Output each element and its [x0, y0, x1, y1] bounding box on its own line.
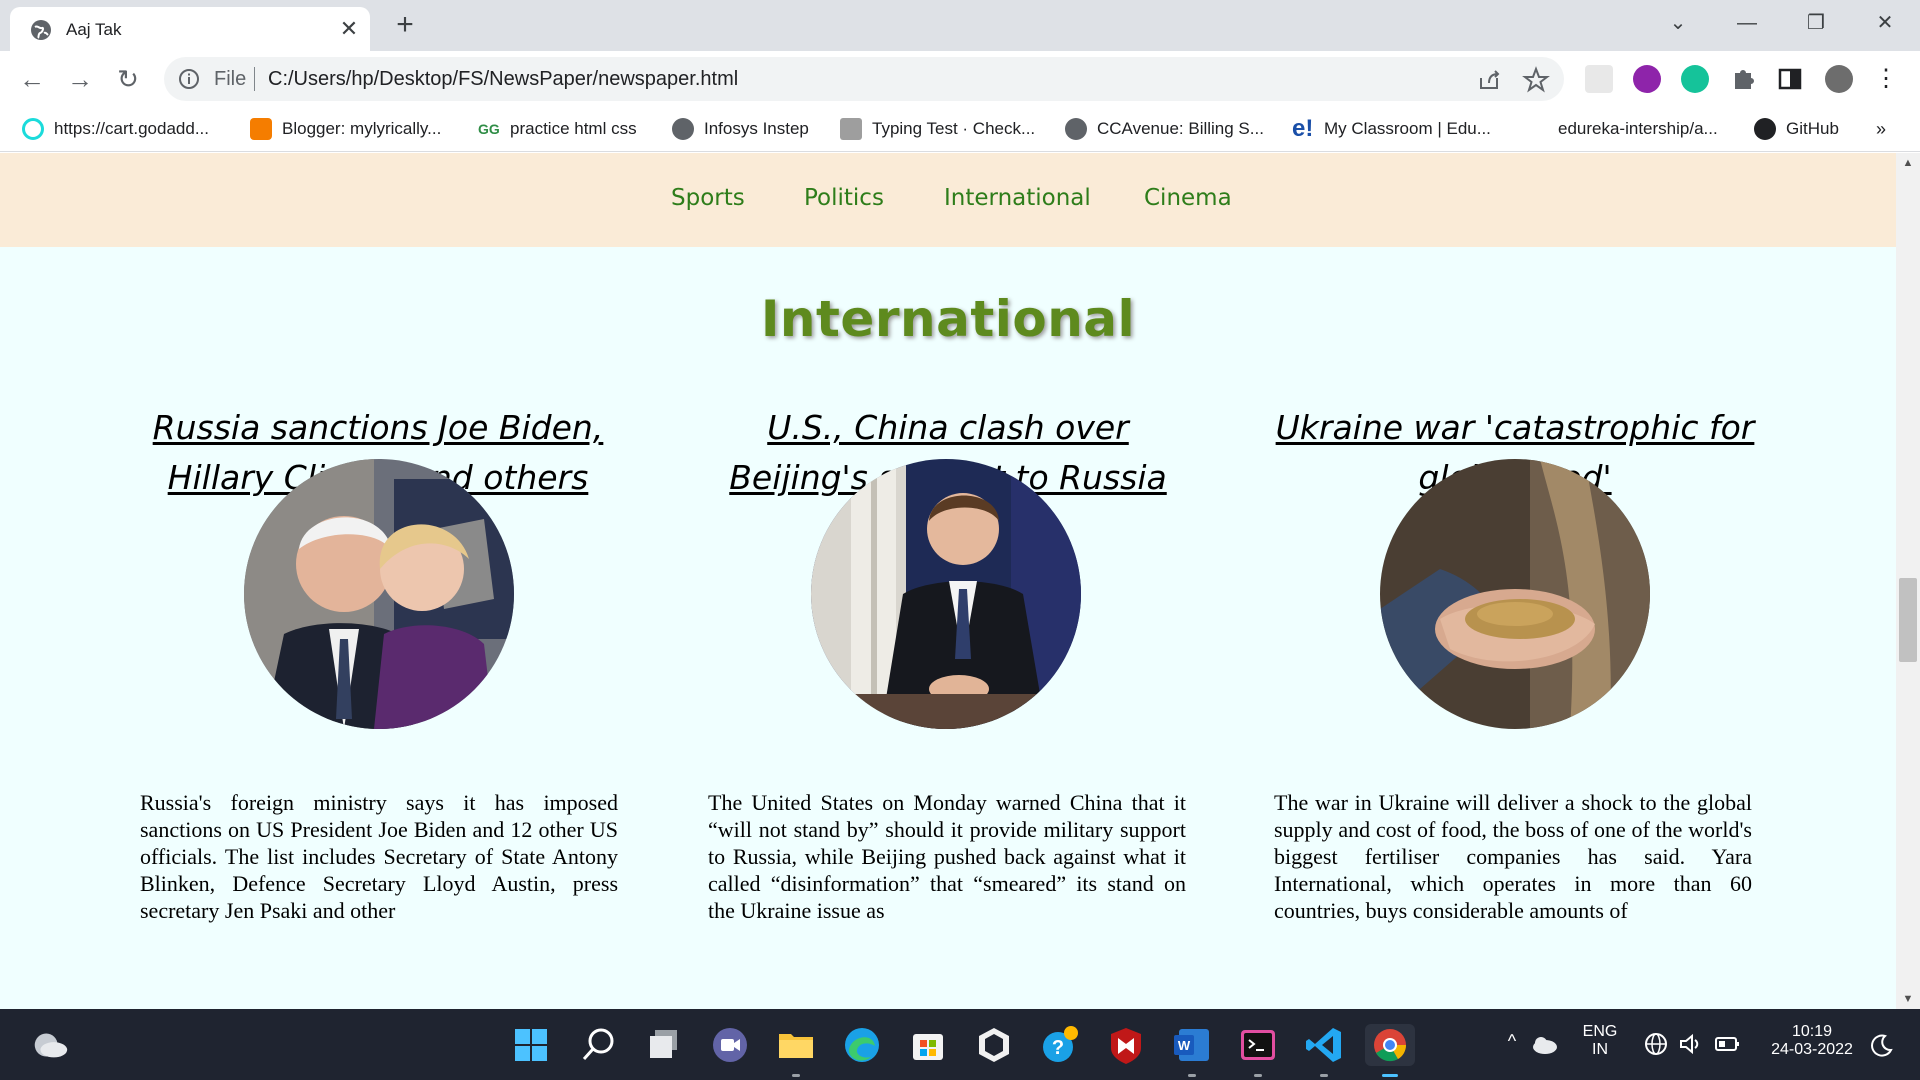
bookmark-item[interactable]: Typing Test · Check... [840, 116, 1035, 142]
search-icon[interactable] [577, 1024, 619, 1066]
active-indicator [1382, 1074, 1398, 1077]
tab-strip: Aaj Tak ✕ + ⌄ — ❐ ✕ [0, 0, 1920, 51]
terminal-icon[interactable] [1237, 1024, 1279, 1077]
bookmark-item[interactable]: Infosys Instep [672, 116, 809, 142]
reload-icon[interactable]: ↻ [112, 63, 144, 95]
microsoft-store-icon[interactable] [907, 1024, 949, 1066]
bookmark-item[interactable]: Blogger: mylyrically... [250, 116, 441, 142]
mcafee-icon[interactable] [1105, 1024, 1147, 1066]
godaddy-icon [22, 118, 44, 140]
bookmark-star-icon[interactable] [1522, 66, 1550, 94]
language-indicator[interactable]: ENG IN [1570, 1023, 1630, 1059]
back-icon[interactable]: ← [16, 63, 48, 95]
close-window-icon[interactable]: ✕ [1862, 6, 1908, 40]
menu-dots-icon[interactable]: ⋮ [1870, 63, 1902, 95]
clock[interactable]: 10:19 24-03-2022 [1752, 1023, 1872, 1059]
typewriter-icon [840, 118, 862, 140]
nav-link-sports[interactable]: Sports [671, 185, 745, 211]
start-windows-icon[interactable] [510, 1024, 552, 1066]
article-image-press-briefing [811, 459, 1081, 729]
edureka-icon: e! [1292, 115, 1314, 142]
teams-chat-icon[interactable] [709, 1024, 751, 1066]
forward-icon[interactable]: → [64, 63, 96, 95]
running-indicator [1320, 1074, 1328, 1077]
bookmark-item[interactable]: GitHub [1754, 116, 1839, 142]
tab-close-icon[interactable]: ✕ [336, 16, 362, 42]
scheme-label: File [214, 68, 247, 90]
bookmarks-overflow-button[interactable]: » [1876, 116, 1886, 142]
browser-tab[interactable]: Aaj Tak ✕ [10, 7, 370, 51]
network-globe-icon[interactable] [1643, 1031, 1669, 1057]
notification-moon-icon[interactable] [1870, 1033, 1894, 1057]
article-image-biden-clinton [244, 459, 514, 729]
globe-icon [31, 20, 51, 40]
restore-icon[interactable]: ❐ [1793, 6, 1839, 40]
word-icon[interactable]: W [1171, 1024, 1213, 1077]
tab-title: Aaj Tak [66, 20, 122, 39]
profile-avatar[interactable] [1825, 65, 1853, 93]
article-text: The war in Ukraine will deliver a shock … [1274, 790, 1752, 923]
edge-icon[interactable] [841, 1024, 883, 1066]
scroll-up-arrow-icon[interactable]: ▲ [1896, 153, 1920, 173]
side-panel-icon[interactable] [1776, 65, 1804, 93]
bookmark-item[interactable]: https://cart.godadd... [22, 116, 209, 142]
site-nav: Sports Politics International Cinema [0, 153, 1896, 247]
running-indicator [792, 1074, 800, 1077]
article-image-grain-in-hand [1380, 459, 1650, 729]
bookmark-item[interactable]: edureka-intership/a... [1526, 116, 1718, 142]
address-separator [254, 67, 255, 91]
nav-link-international[interactable]: International [944, 185, 1091, 211]
chrome-icon[interactable] [1365, 1024, 1415, 1077]
minimize-icon[interactable]: — [1724, 6, 1770, 40]
help-icon[interactable]: ? [1039, 1024, 1081, 1066]
tab-search-icon[interactable]: ⌄ [1655, 6, 1701, 40]
nav-link-cinema[interactable]: Cinema [1144, 185, 1232, 211]
bookmark-item[interactable]: GG practice html css [478, 116, 637, 142]
address-bar[interactable]: File C:/Users/hp/Desktop/FS/NewsPaper/ne… [164, 57, 1564, 101]
svg-text:W: W [1178, 1038, 1191, 1053]
github-icon [1754, 118, 1776, 140]
bookmark-item[interactable]: e! My Classroom | Edu... [1292, 116, 1491, 142]
geeksforgeeks-icon: GG [478, 121, 500, 137]
article-text: The United States on Monday warned China… [708, 790, 1186, 923]
extensions-puzzle-icon[interactable] [1729, 65, 1757, 93]
browser-toolbar: ← → ↻ File C:/Users/hp/Desktop/FS/NewsPa… [0, 51, 1920, 107]
article-text: Russia's foreign ministry says it has im… [140, 790, 618, 923]
windows-taskbar: ? W ^ ENG IN 10:19 24-03-2022 [0, 1009, 1920, 1080]
tray-chevron-icon[interactable]: ^ [1500, 1031, 1524, 1052]
grammarly-icon[interactable] [1681, 65, 1709, 93]
running-indicator [1188, 1074, 1196, 1077]
scroll-thumb[interactable] [1899, 578, 1917, 662]
url-text[interactable]: C:/Users/hp/Desktop/FS/NewsPaper/newspap… [268, 68, 738, 91]
blogger-icon [250, 118, 272, 140]
extension-grid-icon[interactable] [1585, 65, 1613, 93]
onedrive-cloud-icon[interactable] [1530, 1031, 1560, 1059]
share-icon[interactable] [1476, 66, 1504, 94]
info-icon[interactable] [178, 68, 200, 90]
blank-icon [1526, 118, 1548, 140]
page-scrollbar[interactable]: ▲ ▼ [1896, 153, 1920, 1009]
bookmarks-bar: https://cart.godadd... Blogger: mylyrica… [0, 107, 1920, 152]
volume-icon[interactable] [1677, 1031, 1703, 1057]
svg-text:?: ? [1052, 1037, 1064, 1059]
app-hexagon-icon[interactable] [973, 1024, 1015, 1066]
bookmark-item[interactable]: CCAvenue: Billing S... [1065, 116, 1264, 142]
task-view-icon[interactable] [643, 1024, 685, 1066]
scroll-down-arrow-icon[interactable]: ▼ [1896, 989, 1920, 1009]
extension-purple-icon[interactable] [1633, 65, 1661, 93]
nav-link-politics[interactable]: Politics [804, 185, 884, 211]
page-viewport: Sports Politics International Cinema Int… [0, 153, 1896, 1009]
new-tab-button[interactable]: + [390, 8, 420, 42]
globe-icon [672, 118, 694, 140]
globe-icon [1065, 118, 1087, 140]
weather-icon[interactable] [28, 1024, 72, 1066]
battery-icon[interactable] [1713, 1031, 1741, 1057]
vscode-icon[interactable] [1303, 1024, 1345, 1077]
section-title: International [760, 290, 1136, 348]
running-indicator [1254, 1074, 1262, 1077]
file-explorer-icon[interactable] [775, 1024, 817, 1077]
